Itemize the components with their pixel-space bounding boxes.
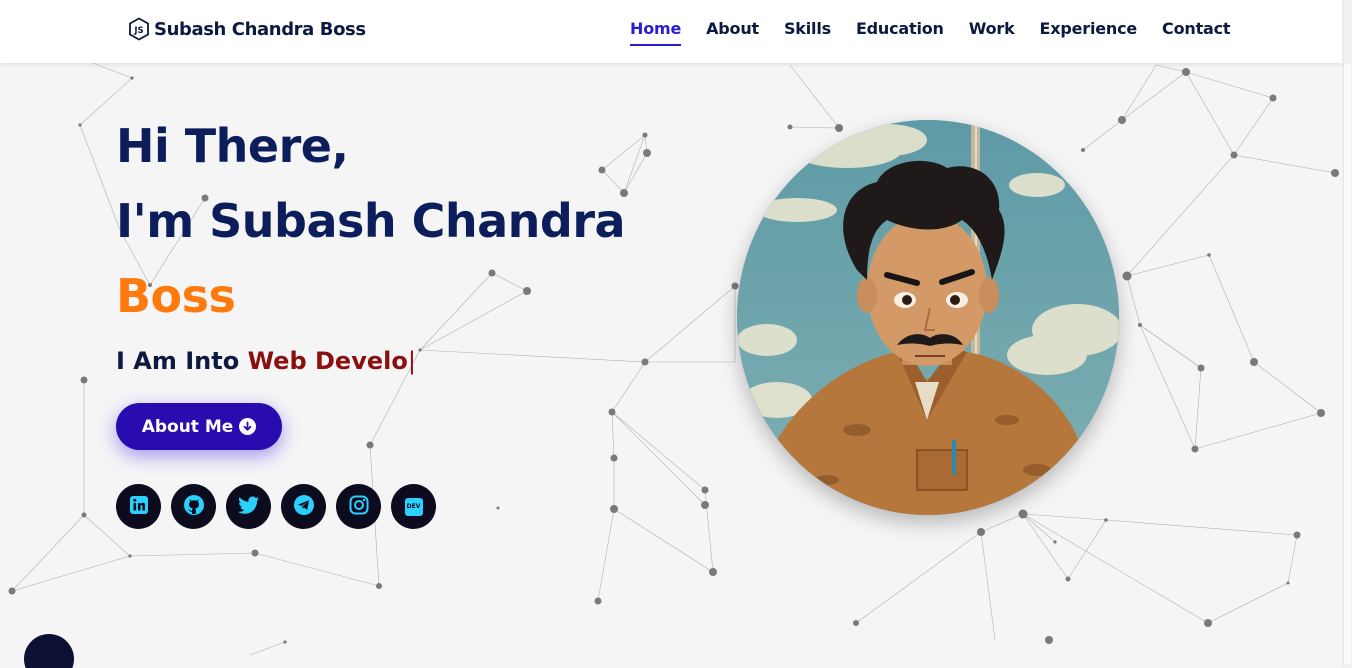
nav-home[interactable]: Home bbox=[630, 19, 681, 46]
hero-name: I'm Subash Chandra bbox=[116, 194, 626, 248]
hero-section: Hi There, I'm Subash Chandra Boss I Am I… bbox=[0, 63, 1342, 668]
github-link[interactable] bbox=[171, 484, 216, 529]
hero-name-accent: Boss bbox=[116, 269, 236, 323]
linkedin-link[interactable] bbox=[116, 484, 161, 529]
twitter-icon bbox=[237, 495, 260, 519]
brand-link[interactable]: JS Subash Chandra Boss bbox=[128, 17, 366, 41]
brand-name: Subash Chandra Boss bbox=[154, 18, 366, 40]
typing-caret: | bbox=[407, 347, 416, 375]
scrollbar-thumb[interactable] bbox=[1343, 64, 1351, 664]
nav-about[interactable]: About bbox=[706, 19, 759, 46]
dev-link[interactable]: DEV bbox=[391, 484, 436, 529]
nav-contact[interactable]: Contact bbox=[1162, 19, 1231, 46]
nav-skills[interactable]: Skills bbox=[784, 19, 831, 46]
scrollbar[interactable] bbox=[1342, 0, 1352, 668]
arrow-down-circle-icon bbox=[239, 418, 257, 435]
svg-text:JS: JS bbox=[133, 26, 143, 36]
about-me-label: About Me bbox=[141, 416, 234, 437]
navbar: JS Subash Chandra Boss Home About Skills… bbox=[0, 0, 1342, 63]
social-links: DEV bbox=[116, 484, 436, 529]
dev-icon: DEV bbox=[404, 497, 423, 516]
twitter-link[interactable] bbox=[226, 484, 271, 529]
typing-line: I Am Into Web Develo| bbox=[116, 347, 416, 375]
nodejs-icon: JS bbox=[128, 17, 150, 41]
typed-text: Web Develo bbox=[247, 347, 408, 375]
nav-education[interactable]: Education bbox=[856, 19, 944, 46]
typing-prefix: I Am Into bbox=[116, 347, 240, 375]
dev-label: DEV bbox=[406, 503, 421, 510]
instagram-icon bbox=[349, 495, 369, 519]
nav-work[interactable]: Work bbox=[969, 19, 1015, 46]
nav-experience[interactable]: Experience bbox=[1040, 19, 1138, 46]
instagram-link[interactable] bbox=[336, 484, 381, 529]
hero-greeting: Hi There, bbox=[116, 119, 349, 173]
main-nav: Home About Skills Education Work Experie… bbox=[630, 19, 1231, 46]
github-icon bbox=[183, 494, 205, 520]
about-me-button[interactable]: About Me bbox=[116, 403, 282, 450]
telegram-icon bbox=[293, 494, 315, 520]
scroll-top-button[interactable] bbox=[24, 634, 74, 668]
profile-avatar bbox=[737, 120, 1119, 515]
telegram-link[interactable] bbox=[281, 484, 326, 529]
linkedin-icon bbox=[129, 495, 149, 519]
